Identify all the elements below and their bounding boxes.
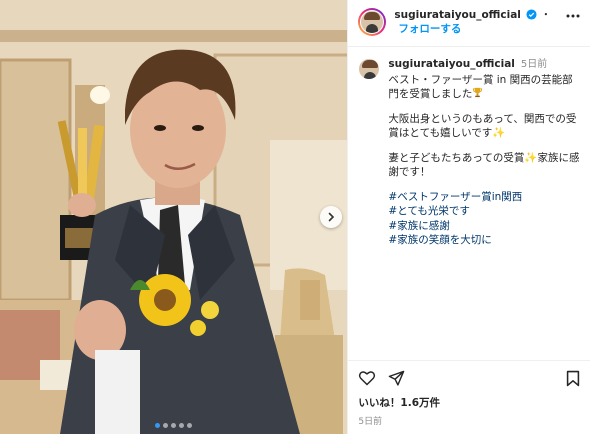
photo-illustration [0, 0, 348, 434]
caption-line-3: 妻と子どもたちあっての受賞✨家族に感謝です！ [388, 151, 580, 180]
carousel-dot [163, 423, 169, 428]
caption-line-2-text: 大阪出身というのもあって、関西での受賞はとても嬉しいです [388, 112, 577, 140]
follow-button[interactable]: フォローする [398, 23, 461, 35]
hashtag-link[interactable]: #ベストファーザー賞in関西 [388, 190, 580, 205]
likes-count[interactable]: いいね！1.6万件 [358, 395, 580, 410]
header-username[interactable]: sugiurataiyou_official [394, 9, 521, 21]
caption-time: 5日前 [520, 59, 548, 70]
header-text: sugiurataiyou_official ・フォローする [394, 8, 564, 36]
share-icon [389, 370, 405, 386]
save-icon [566, 370, 580, 386]
hashtag-list: #ベストファーザー賞in関西 #とても光栄です #家族に感謝 #家族の笑顔を大切… [388, 190, 580, 248]
hashtag-link[interactable]: #家族に感謝 [388, 219, 580, 234]
carousel-indicator [0, 423, 347, 428]
carousel-next-button[interactable] [320, 206, 342, 228]
hashtag-link[interactable]: #とても光栄です [388, 204, 580, 219]
like-icon [359, 371, 376, 386]
caption-body: sugiurataiyou_official 5日前 ベスト・ファーザー賞 in … [388, 57, 580, 248]
share-button[interactable] [388, 370, 405, 387]
carousel-dot [155, 423, 161, 428]
save-button[interactable] [566, 370, 580, 387]
caption-line-3-text: 妻と子どもたちあっての受賞 [388, 151, 525, 164]
caption-username[interactable]: sugiurataiyou_official [388, 58, 515, 70]
post-photo[interactable] [0, 0, 348, 434]
instagram-post-embed: sugiurataiyou_official ・フォローする sugiurata… [0, 0, 590, 434]
carousel-next-icon [328, 212, 335, 222]
post-date[interactable]: 5日前 [358, 414, 580, 427]
caption-row: sugiurataiyou_official 5日前 ベスト・ファーザー賞 in … [358, 57, 580, 248]
verified-icon [526, 9, 537, 20]
post-side-panel: sugiurataiyou_official ・フォローする sugiurata… [347, 0, 590, 434]
post-actions: いいね！1.6万件 5日前 [348, 360, 590, 434]
trophy-icon [473, 87, 483, 98]
caption-line-2: 大阪出身というのもあって、関西での受賞はとても嬉しいです✨ [388, 112, 580, 141]
hashtag-link[interactable]: #家族の笑顔を大切に [388, 233, 580, 248]
caption-first-paragraph: sugiurataiyou_official 5日前 ベスト・ファーザー賞 in … [388, 57, 580, 102]
sparkle-icon: ✨ [492, 127, 506, 139]
carousel-dot [187, 423, 193, 428]
caption-avatar[interactable] [358, 58, 381, 80]
carousel-dot [171, 423, 177, 428]
action-row [358, 367, 580, 389]
avatar[interactable] [358, 8, 387, 36]
post-header: sugiurataiyou_official ・フォローする [348, 0, 590, 47]
header-separator: ・ [540, 9, 552, 21]
caption-area: sugiurataiyou_official 5日前 ベスト・ファーザー賞 in … [348, 47, 590, 360]
like-button[interactable] [358, 370, 376, 386]
more-options-icon [566, 14, 580, 18]
carousel-dot [179, 423, 185, 428]
more-options-button[interactable] [564, 14, 582, 18]
sparkle-icon: ✨ [524, 151, 538, 164]
